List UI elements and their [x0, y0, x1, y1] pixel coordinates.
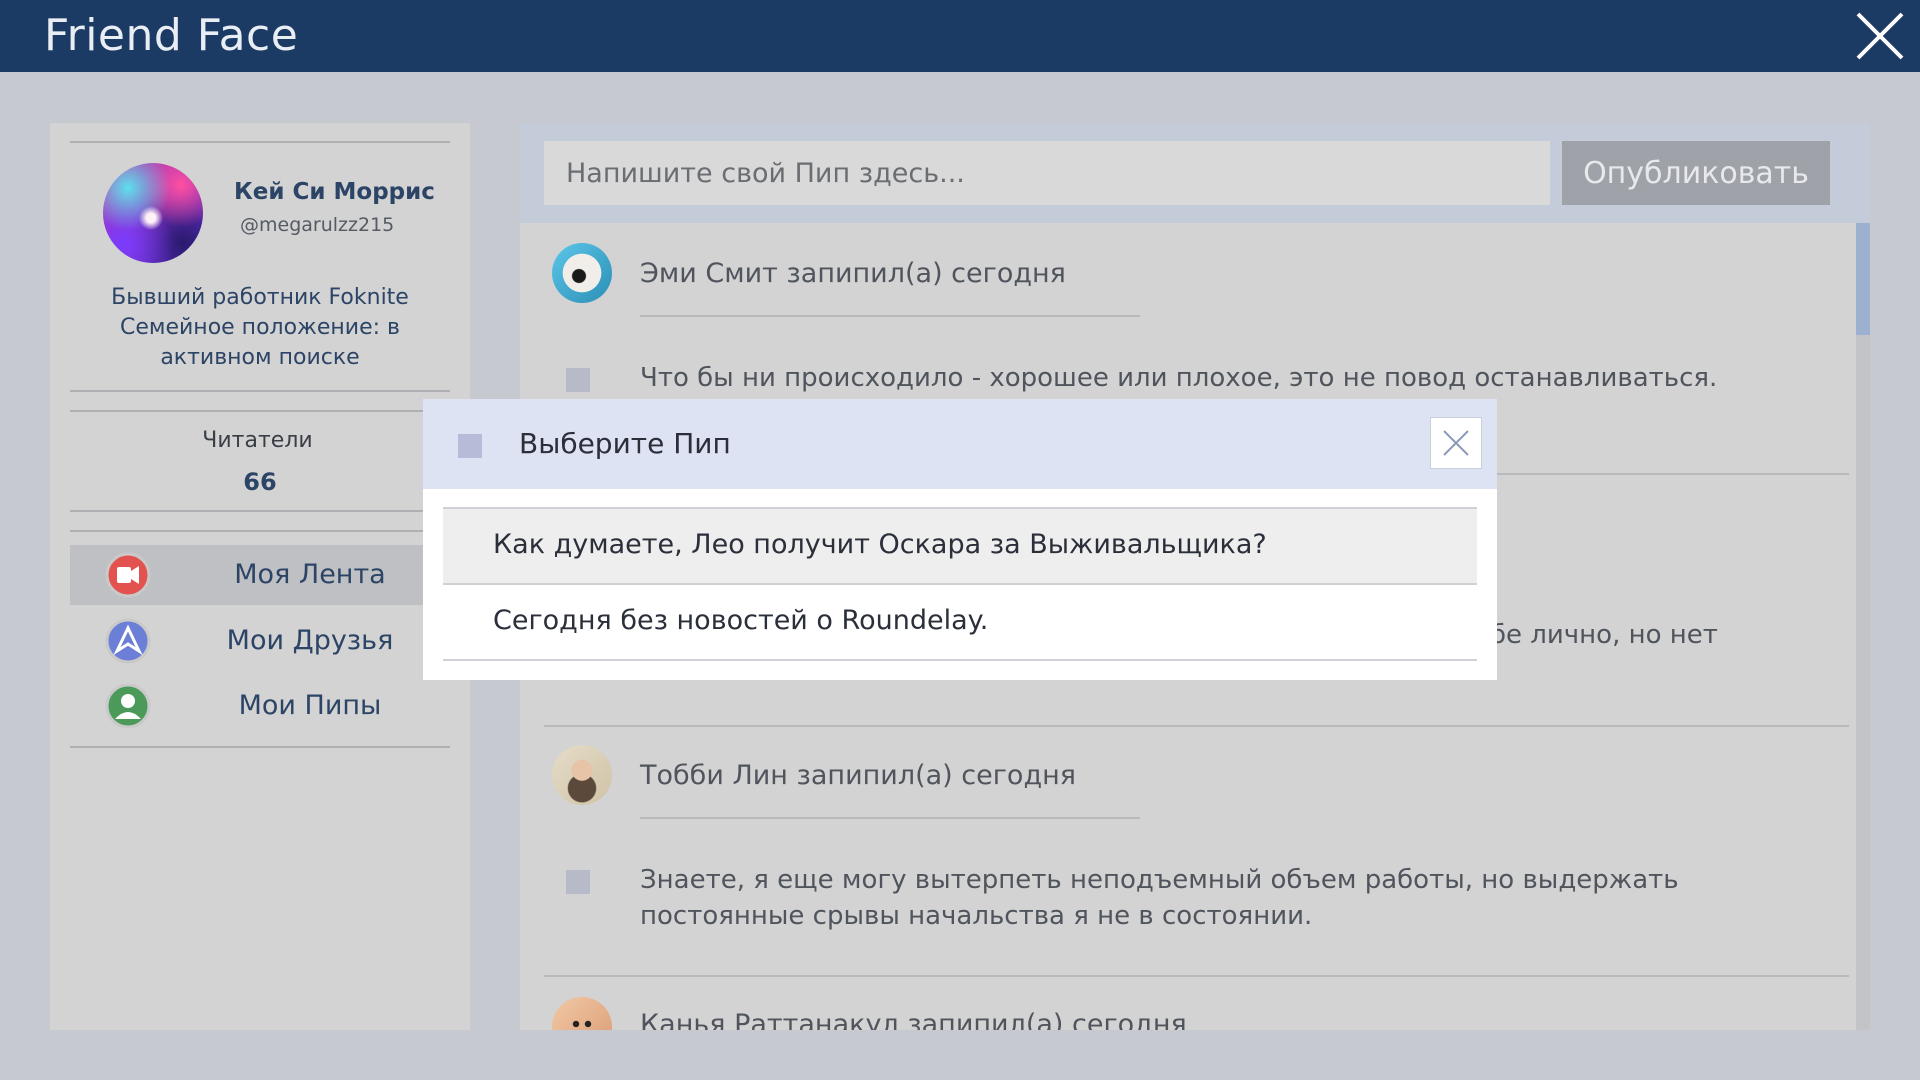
publish-button[interactable]: Опубликовать — [1562, 141, 1830, 205]
divider — [443, 659, 1477, 661]
avatar[interactable] — [552, 997, 612, 1030]
modal-header: Выберите Пип — [423, 399, 1497, 489]
composer: Опубликовать — [520, 123, 1870, 223]
post-checkbox[interactable] — [566, 368, 590, 392]
friends-icon — [105, 618, 151, 664]
avatar[interactable] — [103, 163, 203, 263]
divider — [70, 410, 450, 412]
post-text-line: постоянные срывы начальства я не в состо… — [640, 901, 1313, 931]
close-icon[interactable] — [1854, 10, 1906, 62]
sidebar-item-label: Мои Друзья — [226, 625, 394, 656]
bio-line: активном поиске — [160, 345, 360, 370]
modal-title: Выберите Пип — [519, 427, 731, 460]
pip-option-label: Как думаете, Лео получит Оскара за Выжив… — [493, 529, 1267, 560]
sidebar-item-my-peeps[interactable]: Мои Пипы — [70, 676, 450, 736]
divider — [640, 817, 1140, 819]
post-author: Тобби Лин запипил(а) сегодня — [640, 760, 1077, 791]
post-author: Эми Смит запипил(а) сегодня — [640, 258, 1066, 289]
user-icon — [105, 683, 151, 729]
sidebar-item-my-friends[interactable]: Мои Друзья — [70, 611, 450, 671]
profile-bio: Бывший работник Foknite Семейное положен… — [70, 283, 450, 373]
pip-input[interactable] — [544, 141, 1550, 205]
modal-checkbox[interactable] — [458, 434, 482, 458]
post-text: Что бы ни происходило - хорошее или плох… — [640, 363, 1718, 393]
profile-name: Кей Си Моррис — [234, 179, 435, 205]
post-author: Канья Раттанакул запипил(а) сегодня — [640, 1009, 1187, 1030]
divider — [70, 510, 450, 512]
scrollbar[interactable] — [1856, 223, 1870, 1030]
profile-handle: @megarulzz215 — [240, 214, 395, 236]
sidebar-item-label: Мои Пипы — [238, 690, 382, 721]
app-header: Friend Face — [0, 0, 1920, 72]
avatar[interactable] — [552, 745, 612, 805]
profile-sidebar: Кей Си Моррис @megarulzz215 Бывший работ… — [50, 123, 470, 1030]
pip-option[interactable]: Сегодня без новостей о Roundelay. — [443, 583, 1477, 659]
divider — [544, 725, 1849, 727]
followers-count: 66 — [243, 468, 277, 496]
app-title: Friend Face — [44, 10, 299, 61]
pip-option[interactable]: Как думаете, Лео получит Оскара за Выжив… — [443, 507, 1477, 583]
post-text: ебе лично, но нет — [1474, 620, 1718, 650]
divider — [70, 390, 450, 392]
feed-icon — [105, 552, 151, 598]
sidebar-item-my-feed[interactable]: Моя Лента — [70, 545, 450, 605]
sidebar-item-label: Моя Лента — [234, 559, 386, 590]
divider — [640, 315, 1140, 317]
bio-line: Семейное положение: в — [119, 315, 400, 340]
post-checkbox[interactable] — [566, 870, 590, 894]
bio-line: Бывший работник Foknite — [111, 285, 409, 310]
scrollbar-thumb[interactable] — [1856, 223, 1870, 335]
followers-label: Читатели — [202, 428, 313, 453]
post-text: Знаете, я еще могу вытерпеть неподъемный… — [640, 862, 1820, 934]
avatar[interactable] — [552, 243, 612, 303]
divider — [544, 975, 1849, 977]
post-text-line: Знаете, я еще могу вытерпеть неподъемный… — [640, 865, 1679, 895]
pip-option-label: Сегодня без новостей о Roundelay. — [493, 605, 989, 636]
divider — [70, 530, 450, 532]
select-pip-modal: Выберите Пип Как думаете, Лео получит Ос… — [423, 399, 1497, 680]
divider — [70, 746, 450, 748]
close-icon[interactable] — [1430, 417, 1482, 469]
divider — [70, 141, 450, 143]
